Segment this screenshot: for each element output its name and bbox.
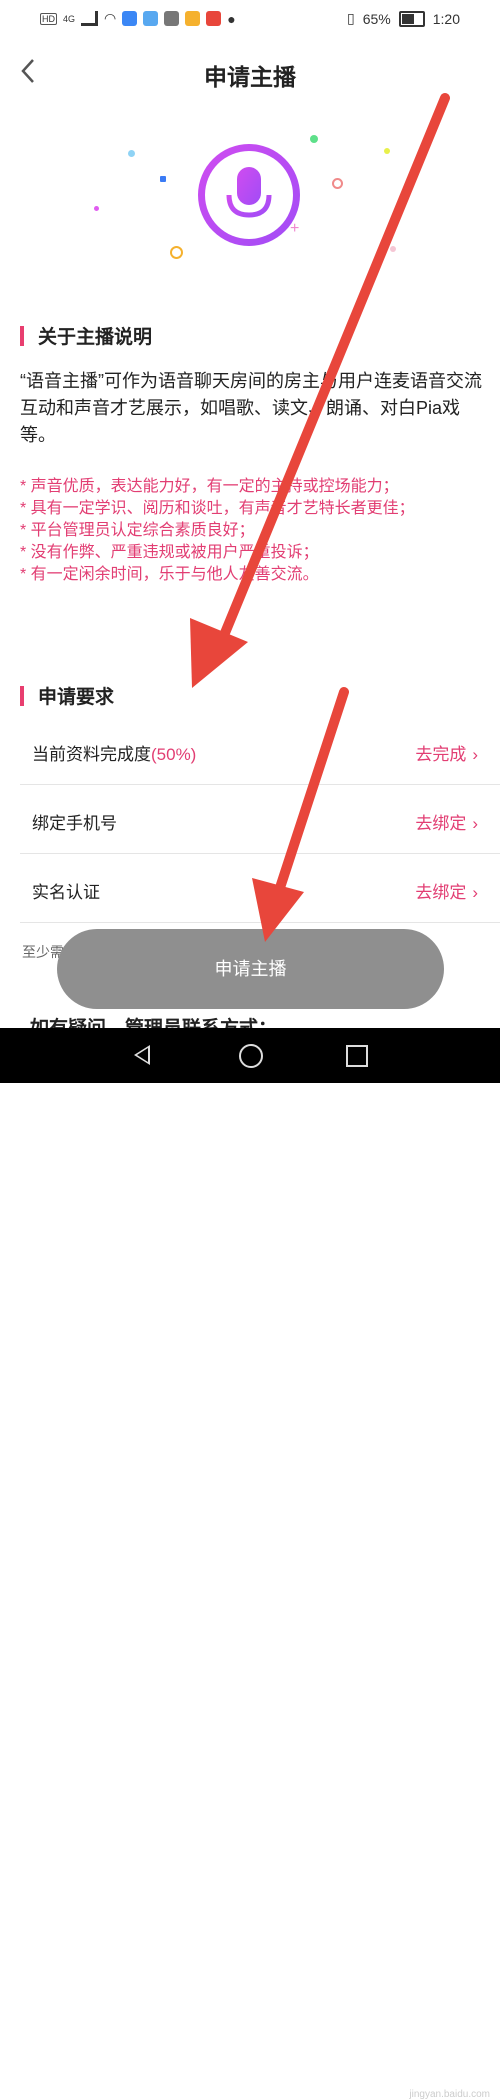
nav-home-icon[interactable] xyxy=(239,1044,263,1068)
watermark-logo: Baidu经验 jingyan.baidu.com xyxy=(394,2066,490,2100)
arrow-annotation xyxy=(190,93,450,688)
nav-back-icon[interactable] xyxy=(134,1045,150,1065)
system-nav-bar: Baidu经验 jingyan.baidu.com xyxy=(0,1028,500,2100)
annotation-arrows xyxy=(190,93,450,942)
nav-recent-apps-icon[interactable] xyxy=(346,1045,368,1067)
arrow-annotation xyxy=(252,687,349,942)
